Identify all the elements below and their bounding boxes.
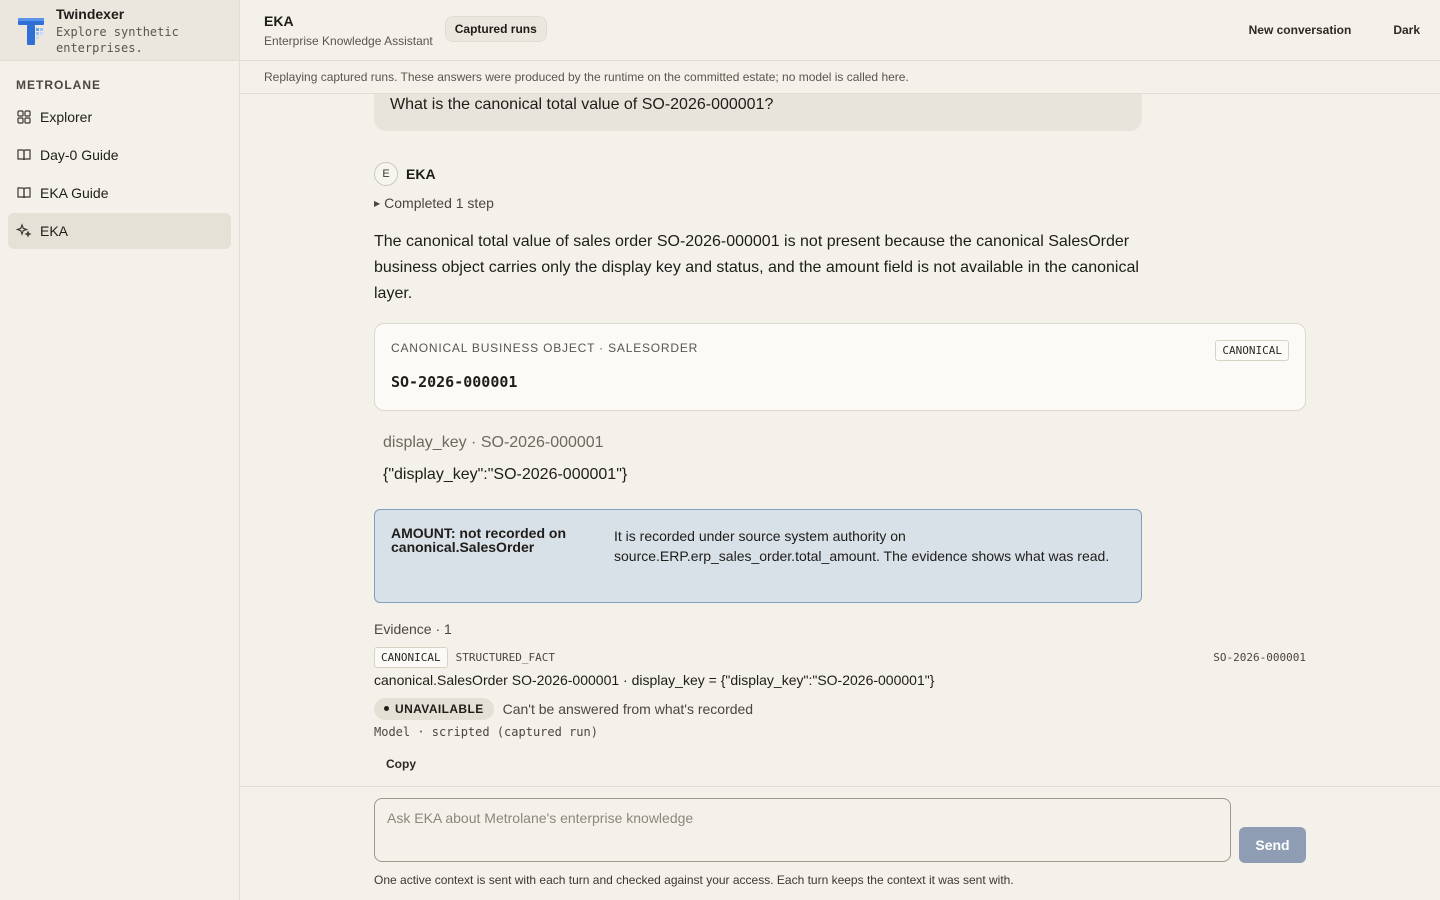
status-label: UNAVAILABLE bbox=[395, 702, 484, 716]
brand[interactable]: Twindexer Explore synthetic enterprises. bbox=[0, 0, 239, 61]
message-input[interactable] bbox=[374, 798, 1231, 862]
caret-right-icon: ▶ bbox=[374, 199, 381, 208]
sidebar: Twindexer Explore synthetic enterprises.… bbox=[0, 0, 240, 900]
user-message: What is the canonical total value of SO-… bbox=[374, 94, 1142, 131]
sparkle-icon bbox=[16, 223, 32, 238]
grid-icon bbox=[17, 110, 31, 124]
conversation-panel[interactable]: What is the canonical total value of SO-… bbox=[240, 94, 1440, 786]
top-header: EKA Enterprise Knowledge Assistant Captu… bbox=[240, 0, 1440, 61]
assistant-header: E EKA bbox=[374, 162, 436, 186]
notice-title: AMOUNT: not recorded on canonical.SalesO… bbox=[391, 525, 566, 555]
assistant-avatar: E bbox=[374, 162, 398, 186]
object-kicker: CANONICAL BUSINESS OBJECT · SALESORDER bbox=[391, 341, 699, 355]
composer-footnote: One active context is sent with each tur… bbox=[374, 873, 1014, 887]
copy-button[interactable]: Copy bbox=[374, 752, 428, 776]
evidence-heading: Evidence · 1 bbox=[374, 621, 452, 637]
sidebar-item-explorer[interactable]: Explorer bbox=[8, 99, 231, 135]
sidebar-item-eka-guide[interactable]: EKA Guide bbox=[8, 175, 231, 211]
sidebar-item-label: Explorer bbox=[40, 109, 93, 125]
sidebar-item-eka[interactable]: EKA bbox=[8, 213, 231, 249]
steps-toggle[interactable]: ▶ Completed 1 step bbox=[374, 195, 494, 211]
steps-label: Completed 1 step bbox=[384, 195, 494, 211]
assistant-name: EKA bbox=[406, 166, 436, 182]
sidebar-item-label: EKA bbox=[40, 223, 69, 239]
canonical-tag: CANONICAL bbox=[1215, 340, 1289, 361]
field-label: display_key · SO-2026-000001 bbox=[383, 434, 604, 451]
twindexer-logo-icon bbox=[16, 14, 48, 48]
theme-toggle-button[interactable]: Dark bbox=[1393, 23, 1420, 37]
page-title: EKA bbox=[264, 12, 294, 29]
sidebar-item-day0-guide[interactable]: Day-0 Guide bbox=[8, 137, 231, 173]
brand-name: Twindexer bbox=[56, 6, 125, 22]
evidence-kind: STRUCTURED_FACT bbox=[455, 651, 555, 664]
sidebar-item-label: Day-0 Guide bbox=[40, 147, 119, 163]
send-button[interactable]: Send bbox=[1239, 827, 1306, 863]
replay-notice: Replaying captured runs. These answers w… bbox=[240, 61, 1440, 94]
answer-status: UNAVAILABLE Can't be answered from what'… bbox=[374, 698, 753, 720]
assistant-answer: The canonical total value of sales order… bbox=[374, 233, 1139, 302]
field-value: {"display_key":"SO-2026-000001"} bbox=[383, 466, 628, 483]
brand-tagline: Explore synthetic enterprises. bbox=[56, 25, 179, 55]
sidebar-item-label: EKA Guide bbox=[40, 185, 109, 201]
page-subtitle: Enterprise Knowledge Assistant bbox=[264, 33, 433, 48]
evidence-line: canonical.SalesOrder SO-2026-000001 · di… bbox=[374, 672, 935, 688]
book-icon bbox=[17, 187, 31, 199]
evidence-item-header: CANONICAL STRUCTURED_FACT SO-2026-000001 bbox=[374, 647, 1306, 668]
composer: Send One active context is sent with eac… bbox=[240, 786, 1440, 900]
evidence-tag: CANONICAL bbox=[374, 647, 448, 668]
status-dot-icon bbox=[384, 706, 389, 711]
status-text: Can't be answered from what's recorded bbox=[502, 701, 754, 717]
org-label: METROLANE bbox=[16, 78, 101, 92]
notice-body: It is recorded under source system autho… bbox=[614, 528, 1110, 564]
sidebar-nav: Explorer Day-0 Guide EKA Guide EKA bbox=[0, 99, 239, 249]
new-conversation-button[interactable]: New conversation bbox=[1249, 23, 1352, 37]
amount-notice: AMOUNT: not recorded on canonical.SalesO… bbox=[374, 509, 1142, 603]
model-info: Model · scripted (captured run) bbox=[374, 725, 598, 739]
object-key: SO-2026-000001 bbox=[391, 373, 518, 391]
evidence-id: SO-2026-000001 bbox=[1213, 651, 1306, 664]
book-icon bbox=[17, 149, 31, 161]
captured-runs-badge: Captured runs bbox=[444, 16, 547, 42]
status-badge: UNAVAILABLE bbox=[374, 698, 494, 720]
business-object-card: CANONICAL BUSINESS OBJECT · SALESORDER S… bbox=[374, 323, 1306, 411]
